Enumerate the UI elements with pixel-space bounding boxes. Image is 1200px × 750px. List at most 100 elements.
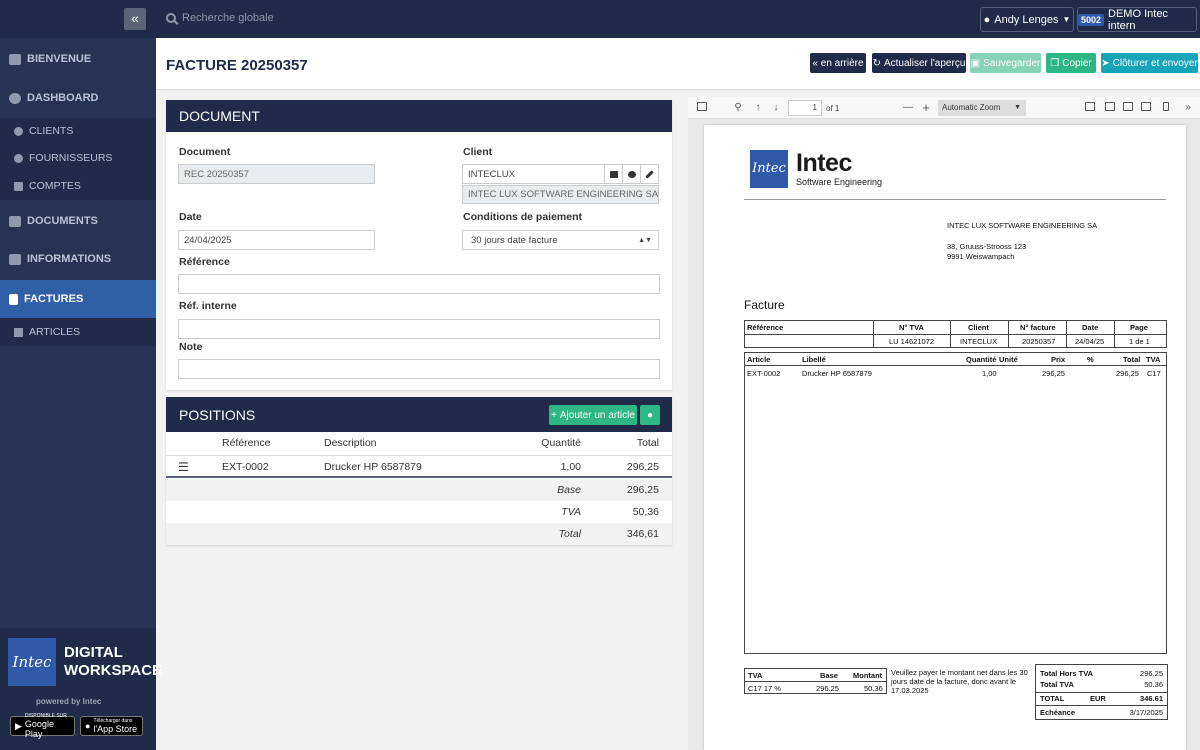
line-price: 296,25 xyxy=(1042,369,1065,378)
sidebar-toggle-icon[interactable] xyxy=(696,102,708,114)
user-menu-button[interactable]: ● Andy Lenges ▼ xyxy=(980,7,1074,32)
sidebar-item-label: BIENVENUE xyxy=(27,53,92,65)
payment-terms-select[interactable]: 30 jours date facture ▲▼ xyxy=(462,230,659,250)
comment-button[interactable]: ● xyxy=(640,405,660,425)
total-vat-value: 50.36 xyxy=(1144,680,1163,689)
due-date-label: Echéance xyxy=(1040,708,1076,717)
home-icon xyxy=(9,53,21,65)
bookmark-icon[interactable] xyxy=(1160,102,1172,114)
reference-field[interactable] xyxy=(178,274,660,294)
pdf-divider xyxy=(744,199,1166,200)
date-label: Date xyxy=(179,211,202,223)
sidebar-item-articles[interactable]: ARTICLES xyxy=(0,318,156,346)
sidebar-item-clients[interactable]: CLIENTS xyxy=(0,118,156,144)
refresh-preview-button[interactable]: ↻ Actualiser l'aperçu xyxy=(872,53,966,73)
positions-header: POSITIONS + Ajouter un article ● xyxy=(166,397,672,432)
plus-circle-icon xyxy=(14,126,23,136)
grand-total-currency: EUR xyxy=(1090,694,1106,703)
total-vat-label: Total TVA xyxy=(1040,680,1074,689)
document-type: Facture xyxy=(744,298,785,312)
collapse-sidebar-button[interactable]: « xyxy=(124,8,146,30)
next-page-icon[interactable]: ↓ xyxy=(770,102,782,114)
drag-handle-icon[interactable]: ☰ xyxy=(178,460,189,474)
payment-terms-value: 30 jours date facture xyxy=(471,234,558,246)
page-number-input[interactable]: 1 xyxy=(788,100,822,116)
save-button[interactable]: ▣ Sauvegarder xyxy=(970,53,1041,73)
find-icon[interactable]: ⚲ xyxy=(732,102,744,114)
zoom-out-icon[interactable]: — xyxy=(902,102,914,114)
app-store-badge[interactable]: ● Télécharger dans l'App Store xyxy=(80,716,143,736)
company-switch-button[interactable]: 5002 DEMO Intec intern xyxy=(1077,7,1197,32)
document-card: DOCUMENT Document REC 20250357 Client IN… xyxy=(166,100,672,390)
user-name: Andy Lenges xyxy=(994,13,1059,26)
table-row[interactable]: ☰ EXT-0002 Drucker HP 6587879 1,00 296,2… xyxy=(166,455,672,478)
sidebar-item-informations[interactable]: INFORMATIONS xyxy=(0,246,156,272)
summary-base-label: Base xyxy=(557,484,581,496)
header-col-client: Client xyxy=(968,323,989,332)
google-play-badge[interactable]: ▶ DISPONIBLE SUR Google Play xyxy=(10,713,75,739)
header-val-invoice-number: 20250357 xyxy=(1022,337,1056,346)
totals-table: Total Hors TVA 296.25 Total TVA 50.36 TO… xyxy=(1035,664,1168,720)
presentation-icon[interactable] xyxy=(1084,102,1096,114)
sidebar-item-dashboard[interactable]: DASHBOARD xyxy=(0,84,156,112)
tools-menu-icon[interactable]: » xyxy=(1182,102,1194,114)
sidebar-item-label: FOURNISSEURS xyxy=(29,152,113,164)
download-icon[interactable] xyxy=(1140,102,1152,114)
close-and-send-button[interactable]: ➤ Clôturer et envoyer xyxy=(1101,53,1198,73)
line-col-article: Article xyxy=(747,355,771,364)
global-search[interactable]: Recherche globale xyxy=(166,12,274,24)
sidebar-item-factures[interactable]: FACTURES xyxy=(0,280,156,318)
line-col-price: Prix xyxy=(1051,355,1066,364)
note-field[interactable] xyxy=(178,359,660,379)
floppy-icon: ▣ xyxy=(970,57,981,69)
col-reference: Référence xyxy=(222,437,271,449)
vat-base: 296.25 xyxy=(816,684,839,693)
apple-icon: ● xyxy=(85,721,91,731)
sidebar-item-fournisseurs[interactable]: FOURNISSEURS xyxy=(0,144,156,172)
back-button[interactable]: « en arrière xyxy=(810,53,866,73)
zoom-in-icon[interactable]: + xyxy=(920,101,932,114)
sidebar-item-comptes[interactable]: COMPTES xyxy=(0,172,156,200)
header-val-page: 1 de 1 xyxy=(1129,337,1150,346)
recipient-street: 38, Gruuss-Strooss 123 xyxy=(947,242,1027,251)
sidebar-item-documents[interactable]: DOCUMENTS xyxy=(0,208,156,234)
grand-total-label: TOTAL xyxy=(1040,694,1065,703)
summary-base-value: 296,25 xyxy=(626,484,659,496)
pencil-icon[interactable] xyxy=(640,165,658,183)
client-field[interactable]: INTECLUX xyxy=(462,164,659,184)
copy-button[interactable]: ❐ Copier xyxy=(1046,53,1096,73)
top-bar: « Recherche globale ● Andy Lenges ▼ 5002… xyxy=(0,0,1200,38)
print-icon[interactable] xyxy=(1122,102,1134,114)
row-reference: EXT-0002 xyxy=(222,461,269,473)
internal-reference-field[interactable] xyxy=(178,319,660,339)
sidebar-item-label: FACTURES xyxy=(24,293,84,305)
document-number-field[interactable]: REC 20250357 xyxy=(178,164,375,184)
intec-logo-mark: Intec xyxy=(750,150,788,188)
date-field[interactable]: 24/04/2025 xyxy=(178,230,375,250)
open-file-icon[interactable] xyxy=(1104,102,1116,114)
add-article-button[interactable]: + Ajouter un article xyxy=(549,405,637,425)
user-icon: ● xyxy=(983,13,991,26)
summary-total-label: Total xyxy=(558,528,581,540)
sidebar-item-label: COMPTES xyxy=(29,180,81,192)
payment-note-line: jours date de la facture, donc avant le xyxy=(891,677,1017,686)
copy-label: Copier xyxy=(1062,57,1092,69)
previous-page-icon[interactable]: ↑ xyxy=(752,102,764,114)
pdf-viewer: ⚲ ↑ ↓ 1 of 1 — + Automatic Zoom ▼ » Inte… xyxy=(688,97,1200,750)
total-net-label: Total Hors TVA xyxy=(1040,669,1094,678)
sidebar-item-label: DASHBOARD xyxy=(27,92,99,104)
client-label: Client xyxy=(463,146,493,158)
reference-label: Référence xyxy=(179,256,230,268)
line-vat: C17 xyxy=(1147,369,1161,378)
list-icon[interactable] xyxy=(604,165,622,183)
line-article: EXT-0002 xyxy=(747,369,781,378)
line-col-total: Total xyxy=(1123,355,1141,364)
vat-col-base: Base xyxy=(820,671,838,680)
person-icon[interactable] xyxy=(622,165,640,183)
line-total: 296,25 xyxy=(1116,369,1139,378)
refresh-icon: ↻ xyxy=(872,57,881,69)
sidebar-item-bienvenue[interactable]: BIENVENUE xyxy=(0,46,156,72)
client-name-field: INTEC LUX SOFTWARE ENGINEERING SA (LU 14… xyxy=(462,185,659,204)
summary-tva-row: TVA 50,36 xyxy=(166,501,672,523)
zoom-select[interactable]: Automatic Zoom ▼ xyxy=(938,100,1026,116)
